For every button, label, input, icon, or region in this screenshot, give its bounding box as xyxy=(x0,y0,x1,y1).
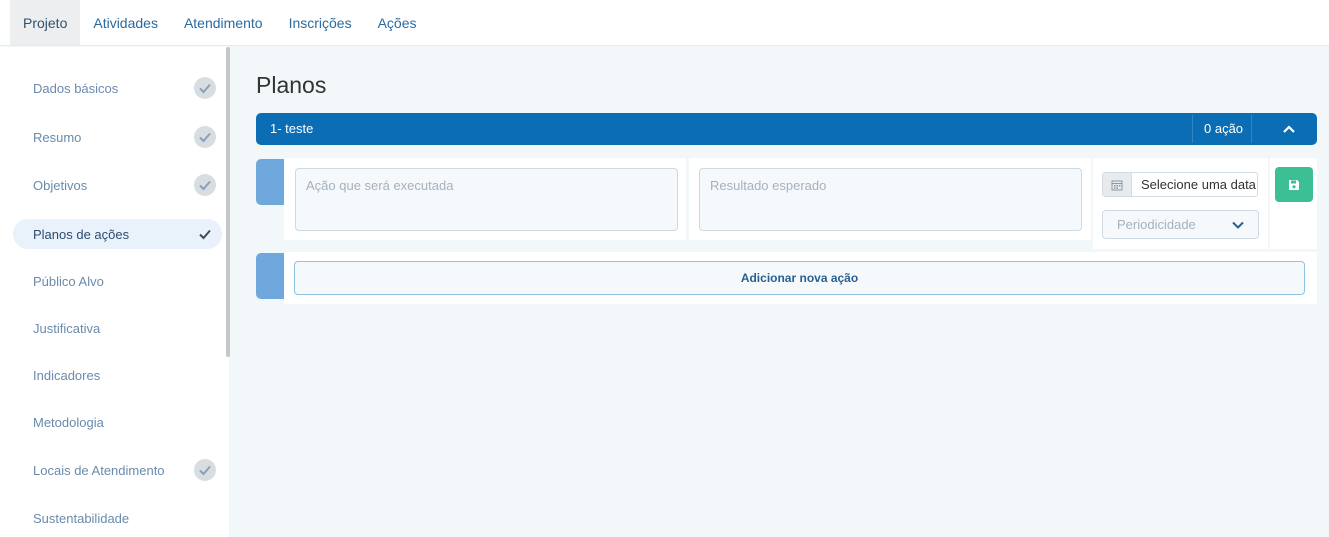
sidebar-item-label: Justificativa xyxy=(33,320,101,336)
tab-inscricoes[interactable]: Inscrições xyxy=(276,0,365,45)
tab-projeto[interactable]: Projeto xyxy=(10,0,81,45)
plan-header[interactable]: 1- teste 0 ação xyxy=(256,113,1317,145)
check-icon xyxy=(194,223,216,245)
sidebar-item-dados-basicos[interactable]: Dados básicos xyxy=(13,73,222,103)
sidebar-item-planos-de-acoes[interactable]: Planos de ações xyxy=(13,219,222,249)
sidebar-item-publico-alvo[interactable]: Público Alvo xyxy=(13,266,222,296)
check-icon xyxy=(194,174,216,196)
sidebar-item-locais-de-atendimento[interactable]: Locais de Atendimento xyxy=(13,455,222,485)
check-icon xyxy=(194,126,216,148)
save-icon xyxy=(1289,179,1299,190)
check-icon xyxy=(194,459,216,481)
chevron-down-icon xyxy=(1232,221,1244,229)
chevron-up-icon[interactable] xyxy=(1281,121,1297,137)
sidebar: Dados básicos Resumo Objetivos Planos de… xyxy=(0,47,230,537)
sidebar-item-label: Público Alvo xyxy=(33,273,104,289)
page-title: Planos xyxy=(256,72,327,98)
sidebar-item-label: Resumo xyxy=(33,129,82,145)
sidebar-item-label: Planos de ações xyxy=(33,226,130,242)
divider xyxy=(1192,115,1193,143)
sidebar-item-label: Objetivos xyxy=(33,177,88,193)
check-icon xyxy=(194,77,216,99)
calendar-icon xyxy=(1103,173,1132,196)
add-action-button[interactable]: Adicionar nova ação xyxy=(294,261,1305,295)
date-picker-label: Selecione uma data xyxy=(1141,177,1256,192)
plan-name: 1- teste xyxy=(270,121,314,136)
sidebar-item-justificativa[interactable]: Justificativa xyxy=(13,313,222,343)
tab-atendimento[interactable]: Atendimento xyxy=(171,0,276,45)
sidebar-item-label: Locais de Atendimento xyxy=(33,462,165,478)
sidebar-item-label: Sustentabilidade xyxy=(33,510,130,526)
periodicity-select[interactable]: Periodicidade xyxy=(1102,210,1259,239)
action-input[interactable] xyxy=(295,168,678,231)
top-nav: Projeto Atividades Atendimento Inscriçõe… xyxy=(0,0,1329,46)
sidebar-item-objetivos[interactable]: Objetivos xyxy=(13,170,222,200)
divider xyxy=(1251,115,1252,143)
sidebar-item-label: Dados básicos xyxy=(33,80,119,96)
tab-acoes[interactable]: Ações xyxy=(365,0,430,45)
periodicity-placeholder: Periodicidade xyxy=(1117,217,1196,232)
row-accent xyxy=(256,253,286,299)
sidebar-item-label: Indicadores xyxy=(33,367,101,383)
sidebar-item-resumo[interactable]: Resumo xyxy=(13,122,222,152)
tab-atividades[interactable]: Atividades xyxy=(80,0,171,45)
expected-result-input[interactable] xyxy=(699,168,1082,231)
row-accent xyxy=(256,159,286,205)
sidebar-item-metodologia[interactable]: Metodologia xyxy=(13,407,222,437)
save-button[interactable] xyxy=(1275,167,1313,202)
sidebar-item-label: Metodologia xyxy=(33,414,104,430)
sidebar-scrollbar[interactable] xyxy=(226,47,230,357)
date-picker-button[interactable]: Selecione uma data xyxy=(1102,172,1258,197)
sidebar-item-sustentabilidade[interactable]: Sustentabilidade xyxy=(13,503,222,533)
sidebar-item-indicadores[interactable]: Indicadores xyxy=(13,360,222,390)
action-count-badge: 0 ação xyxy=(1204,121,1244,136)
